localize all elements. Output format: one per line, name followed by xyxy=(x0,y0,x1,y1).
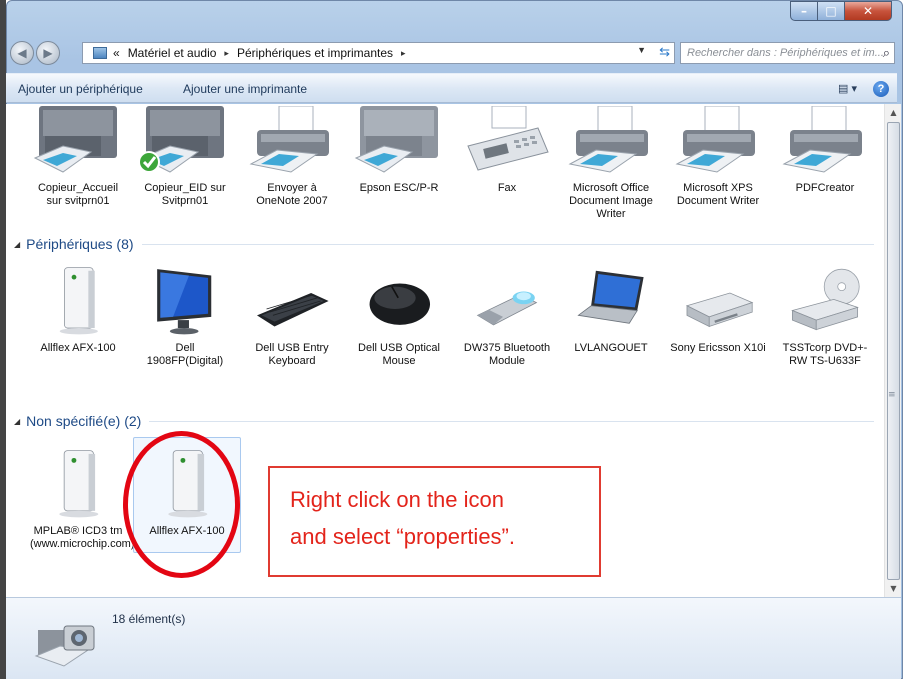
group-header-unspecified[interactable]: ◢ Non spécifié(e) (2) xyxy=(14,413,874,429)
annotation-circle xyxy=(123,431,240,578)
device-item[interactable]: Envoyer à OneNote 2007 xyxy=(244,105,340,208)
printer-icon xyxy=(782,105,862,173)
device-label: DW375 Bluetooth Module xyxy=(463,342,551,367)
dvd-drive-icon xyxy=(791,268,860,331)
device-label: Microsoft XPS Document Writer xyxy=(676,182,760,207)
device-item[interactable]: Copieur_Accueil sur svitprn01 xyxy=(30,106,126,208)
device-item[interactable]: MPLAB® ICD3 tm (www.microchip.com) xyxy=(30,449,135,551)
details-pane: 18 élément(s) xyxy=(6,597,901,679)
search-icon[interactable]: ⌕ xyxy=(883,45,890,61)
scroll-thumb[interactable] xyxy=(887,122,900,580)
copier-icon xyxy=(33,106,117,173)
mouse-icon xyxy=(369,283,431,325)
vertical-scrollbar[interactable]: ▲ ≡ ▼ xyxy=(884,104,901,597)
group-title: Périphériques (8) xyxy=(26,236,134,252)
item-count: 18 élément(s) xyxy=(112,612,186,626)
device-item[interactable]: TSSTcorp DVD+-RW TS-U633F xyxy=(777,266,873,368)
drive-icon xyxy=(685,292,754,328)
address-bar[interactable]: « Matériel et audio ▸ Périphériques et i… xyxy=(82,42,675,64)
laptop-icon xyxy=(577,270,644,324)
breadcrumb-hardware-sound[interactable]: Matériel et audio xyxy=(128,46,217,60)
help-icon[interactable]: ? xyxy=(873,81,889,97)
annotation-line-1: Right click on the icon xyxy=(290,487,504,512)
device-label: Copieur_EID sur Svitprn01 xyxy=(144,182,226,207)
device-item[interactable]: Epson ESC/P-R xyxy=(351,106,447,195)
device-item[interactable]: DW375 Bluetooth Module xyxy=(459,266,555,368)
breadcrumb-separator-icon[interactable]: ▸ xyxy=(224,48,229,59)
breadcrumb-separator-icon[interactable]: ▸ xyxy=(401,48,406,59)
printer-icon xyxy=(249,105,329,173)
group-title: Non spécifié(e) (2) xyxy=(26,413,142,429)
device-item[interactable]: Copieur_EID sur Svitprn01 xyxy=(137,106,233,208)
device-label: Copieur_Accueil sur svitprn01 xyxy=(37,182,119,207)
refresh-icon[interactable]: ⇆ xyxy=(659,44,670,60)
device-item[interactable]: Microsoft XPS Document Writer xyxy=(670,105,766,208)
scroll-down-icon[interactable]: ▼ xyxy=(885,580,902,597)
camera-printer-icon xyxy=(34,625,95,667)
device-item[interactable]: Microsoft Office Document Image Writer xyxy=(563,105,659,221)
collapse-arrow-icon[interactable]: ◢ xyxy=(14,417,20,426)
breadcrumb-overflow[interactable]: « xyxy=(113,46,120,60)
printer-icon xyxy=(675,105,755,173)
generic-device-icon xyxy=(59,450,99,518)
forward-button[interactable]: ▶ xyxy=(36,41,60,65)
maximize-button[interactable]: □ xyxy=(818,1,845,21)
control-panel-icon xyxy=(93,47,107,59)
device-label: Microsoft Office Document Image Writer xyxy=(569,182,653,220)
copier-default-icon xyxy=(138,106,224,173)
device-label: LVLANGOUET xyxy=(574,342,648,354)
copier-icon xyxy=(354,106,438,173)
annotation-note: Right click on the icon and select “prop… xyxy=(268,466,601,577)
device-label: Dell USB Optical Mouse xyxy=(358,342,440,367)
group-divider xyxy=(149,420,874,422)
device-label: TSSTcorp DVD+-RW TS-U633F xyxy=(782,342,868,367)
generic-device-icon xyxy=(59,267,98,335)
device-item[interactable]: Fax xyxy=(459,105,555,195)
collapse-arrow-icon[interactable]: ◢ xyxy=(14,240,20,249)
device-label: PDFCreator xyxy=(795,182,855,194)
group-header-devices[interactable]: ◢ Périphériques (8) xyxy=(14,236,874,252)
device-label: Epson ESC/P-R xyxy=(359,182,439,194)
address-dropdown-icon[interactable]: ▼ xyxy=(637,45,646,55)
device-item[interactable]: LVLANGOUET xyxy=(563,266,659,355)
annotation-line-2: and select “properties”. xyxy=(290,524,515,549)
keyboard-icon xyxy=(257,293,329,327)
forward-arrow-icon: ▶ xyxy=(43,46,53,60)
device-label: Dell 1908FP(Digital) xyxy=(146,342,224,367)
device-item[interactable]: Sony Ericsson X10i xyxy=(670,266,766,355)
close-button[interactable]: ✕ xyxy=(845,1,892,21)
back-button[interactable]: ◀ xyxy=(10,41,34,65)
usb-bluetooth-icon xyxy=(476,291,538,326)
device-label: Sony Ericsson X10i xyxy=(670,342,766,354)
device-label: Fax xyxy=(497,182,517,194)
scroll-up-icon[interactable]: ▲ xyxy=(885,104,902,121)
scroll-grip-icon: ≡ xyxy=(888,390,896,400)
search-input[interactable]: Rechercher dans : Périphériques et im...… xyxy=(680,42,895,64)
minimize-button[interactable]: – xyxy=(790,1,818,21)
add-printer-button[interactable]: Ajouter une imprimante xyxy=(183,82,307,96)
navigation-bar: ◀ ▶ « Matériel et audio ▸ Périphériques … xyxy=(10,38,895,65)
device-item[interactable]: Dell USB Entry Keyboard xyxy=(244,266,340,368)
device-item[interactable]: PDFCreator xyxy=(777,105,873,195)
add-device-button[interactable]: Ajouter un périphérique xyxy=(18,82,143,96)
back-arrow-icon: ◀ xyxy=(17,46,27,60)
device-label: MPLAB® ICD3 tm (www.microchip.com) xyxy=(30,525,135,550)
device-label: Dell USB Entry Keyboard xyxy=(255,342,329,367)
search-placeholder: Rechercher dans : Périphériques et im... xyxy=(687,47,884,59)
fax-icon xyxy=(467,105,549,171)
device-item[interactable]: Allflex AFX-100 xyxy=(30,266,126,355)
breadcrumb-devices-printers[interactable]: Périphériques et imprimantes xyxy=(237,46,393,60)
caption-buttons: – □ ✕ xyxy=(790,1,892,21)
device-label: Envoyer à OneNote 2007 xyxy=(256,182,328,207)
device-item[interactable]: Dell 1908FP(Digital) xyxy=(137,266,233,368)
monitor-icon xyxy=(157,269,212,335)
command-bar: Ajouter un périphérique Ajouter une impr… xyxy=(6,73,897,103)
printer-icon xyxy=(568,105,648,173)
device-label: Allflex AFX-100 xyxy=(40,342,116,354)
device-item[interactable]: Dell USB Optical Mouse xyxy=(351,266,447,368)
change-view-icon[interactable]: ▤ ▾ xyxy=(838,82,857,95)
group-divider xyxy=(141,243,874,245)
